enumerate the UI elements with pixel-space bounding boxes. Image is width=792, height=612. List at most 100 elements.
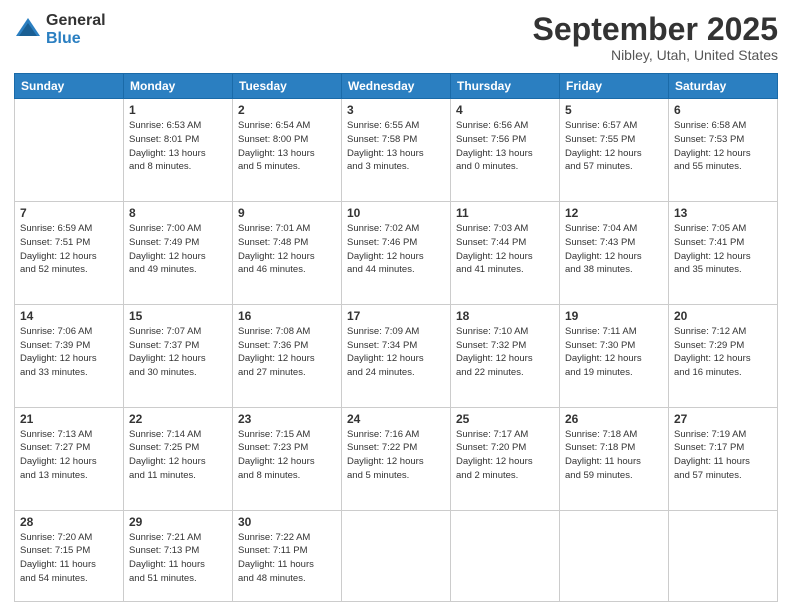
day-number: 14 [20, 309, 118, 323]
table-row: 12Sunrise: 7:04 AMSunset: 7:43 PMDayligh… [560, 202, 669, 305]
day-number: 11 [456, 206, 554, 220]
table-row: 26 Sunrise: 7:18 AMSunset: 7:18 PMDayligh… [560, 407, 669, 510]
col-friday: Friday [560, 74, 669, 99]
day-info: Sunrise: 7:14 AMSunset: 7:25 PMDaylight:… [129, 428, 227, 483]
table-row [15, 99, 124, 202]
day-info: Sunrise: 7:00 AMSunset: 7:49 PMDaylight:… [129, 222, 227, 277]
day-number: 17 [347, 309, 445, 323]
day-number: 7 [20, 206, 118, 220]
day-number: 2 [238, 103, 336, 117]
month-title: September 2025 [533, 12, 778, 47]
col-monday: Monday [124, 74, 233, 99]
calendar-table: Sunday Monday Tuesday Wednesday Thursday… [14, 73, 778, 602]
day-number: 24 [347, 412, 445, 426]
calendar-week-row: 21 Sunrise: 7:13 AMSunset: 7:27 PMDayligh… [15, 407, 778, 510]
table-row: 20 Sunrise: 7:12 AMSunset: 7:29 PMDayligh… [669, 304, 778, 407]
table-row: 22Sunrise: 7:14 AMSunset: 7:25 PMDayligh… [124, 407, 233, 510]
day-number: 10 [347, 206, 445, 220]
day-info: Sunrise: 7:09 AMSunset: 7:34 PMDaylight:… [347, 325, 445, 380]
table-row: 28Sunrise: 7:20 AMSunset: 7:15 PMDayligh… [15, 510, 124, 602]
col-tuesday: Tuesday [233, 74, 342, 99]
col-saturday: Saturday [669, 74, 778, 99]
calendar-header-row: Sunday Monday Tuesday Wednesday Thursday… [15, 74, 778, 99]
day-info: Sunrise: 6:59 AMSunset: 7:51 PMDaylight:… [20, 222, 118, 277]
day-number: 8 [129, 206, 227, 220]
day-number: 15 [129, 309, 227, 323]
table-row: 23 Sunrise: 7:15 AMSunset: 7:23 PMDayligh… [233, 407, 342, 510]
day-info: Sunrise: 6:53 AMSunset: 8:01 PMDaylight:… [129, 119, 227, 174]
day-info: Sunrise: 7:11 AMSunset: 7:30 PMDaylight:… [565, 325, 663, 380]
day-info: Sunrise: 7:13 AMSunset: 7:27 PMDaylight:… [20, 428, 118, 483]
day-number: 30 [238, 515, 336, 529]
table-row: 2 Sunrise: 6:54 AMSunset: 8:00 PMDaylight… [233, 99, 342, 202]
table-row: 15 Sunrise: 7:07 AMSunset: 7:37 PMDayligh… [124, 304, 233, 407]
day-number: 3 [347, 103, 445, 117]
day-info: Sunrise: 7:10 AMSunset: 7:32 PMDaylight:… [456, 325, 554, 380]
day-number: 9 [238, 206, 336, 220]
table-row [560, 510, 669, 602]
day-info: Sunrise: 7:19 AMSunset: 7:17 PMDaylight:… [674, 428, 772, 483]
day-info: Sunrise: 7:04 AMSunset: 7:43 PMDaylight:… [565, 222, 663, 277]
day-number: 25 [456, 412, 554, 426]
day-number: 4 [456, 103, 554, 117]
day-info: Sunrise: 7:18 AMSunset: 7:18 PMDaylight:… [565, 428, 663, 483]
logo-general-text: General [46, 12, 106, 30]
header: General Blue September 2025 Nibley, Utah… [14, 12, 778, 63]
day-info: Sunrise: 7:01 AMSunset: 7:48 PMDaylight:… [238, 222, 336, 277]
calendar-week-row: 28Sunrise: 7:20 AMSunset: 7:15 PMDayligh… [15, 510, 778, 602]
day-info: Sunrise: 7:17 AMSunset: 7:20 PMDaylight:… [456, 428, 554, 483]
logo-icon [14, 16, 42, 44]
day-number: 19 [565, 309, 663, 323]
table-row: 19 Sunrise: 7:11 AMSunset: 7:30 PMDayligh… [560, 304, 669, 407]
day-info: Sunrise: 7:12 AMSunset: 7:29 PMDaylight:… [674, 325, 772, 380]
day-info: Sunrise: 7:15 AMSunset: 7:23 PMDaylight:… [238, 428, 336, 483]
page: General Blue September 2025 Nibley, Utah… [0, 0, 792, 612]
table-row: 14Sunrise: 7:06 AMSunset: 7:39 PMDayligh… [15, 304, 124, 407]
table-row [451, 510, 560, 602]
day-number: 16 [238, 309, 336, 323]
table-row: 10 Sunrise: 7:02 AMSunset: 7:46 PMDayligh… [342, 202, 451, 305]
table-row: 4 Sunrise: 6:56 AMSunset: 7:56 PMDaylight… [451, 99, 560, 202]
day-number: 21 [20, 412, 118, 426]
day-info: Sunrise: 6:58 AMSunset: 7:53 PMDaylight:… [674, 119, 772, 174]
day-number: 29 [129, 515, 227, 529]
day-info: Sunrise: 7:02 AMSunset: 7:46 PMDaylight:… [347, 222, 445, 277]
day-number: 20 [674, 309, 772, 323]
day-info: Sunrise: 7:05 AMSunset: 7:41 PMDaylight:… [674, 222, 772, 277]
calendar-week-row: 1 Sunrise: 6:53 AMSunset: 8:01 PMDaylight… [15, 99, 778, 202]
day-info: Sunrise: 7:20 AMSunset: 7:15 PMDaylight:… [20, 531, 118, 586]
day-info: Sunrise: 7:03 AMSunset: 7:44 PMDaylight:… [456, 222, 554, 277]
day-number: 23 [238, 412, 336, 426]
table-row [669, 510, 778, 602]
table-row: 9 Sunrise: 7:01 AMSunset: 7:48 PMDaylight… [233, 202, 342, 305]
col-thursday: Thursday [451, 74, 560, 99]
title-block: September 2025 Nibley, Utah, United Stat… [533, 12, 778, 63]
day-info: Sunrise: 7:16 AMSunset: 7:22 PMDaylight:… [347, 428, 445, 483]
day-info: Sunrise: 7:21 AMSunset: 7:13 PMDaylight:… [129, 531, 227, 586]
table-row: 13 Sunrise: 7:05 AMSunset: 7:41 PMDayligh… [669, 202, 778, 305]
table-row: 11 Sunrise: 7:03 AMSunset: 7:44 PMDayligh… [451, 202, 560, 305]
day-number: 5 [565, 103, 663, 117]
day-number: 26 [565, 412, 663, 426]
table-row: 5 Sunrise: 6:57 AMSunset: 7:55 PMDaylight… [560, 99, 669, 202]
table-row: 25 Sunrise: 7:17 AMSunset: 7:20 PMDayligh… [451, 407, 560, 510]
table-row: 21 Sunrise: 7:13 AMSunset: 7:27 PMDayligh… [15, 407, 124, 510]
day-info: Sunrise: 7:07 AMSunset: 7:37 PMDaylight:… [129, 325, 227, 380]
day-number: 6 [674, 103, 772, 117]
logo-text: General Blue [46, 12, 106, 47]
table-row: 6 Sunrise: 6:58 AMSunset: 7:53 PMDaylight… [669, 99, 778, 202]
day-number: 27 [674, 412, 772, 426]
day-info: Sunrise: 6:57 AMSunset: 7:55 PMDaylight:… [565, 119, 663, 174]
day-info: Sunrise: 7:22 AMSunset: 7:11 PMDaylight:… [238, 531, 336, 586]
table-row: 8 Sunrise: 7:00 AMSunset: 7:49 PMDaylight… [124, 202, 233, 305]
table-row: 27 Sunrise: 7:19 AMSunset: 7:17 PMDayligh… [669, 407, 778, 510]
day-number: 13 [674, 206, 772, 220]
table-row: 16Sunrise: 7:08 AMSunset: 7:36 PMDayligh… [233, 304, 342, 407]
calendar-week-row: 14Sunrise: 7:06 AMSunset: 7:39 PMDayligh… [15, 304, 778, 407]
day-info: Sunrise: 6:55 AMSunset: 7:58 PMDaylight:… [347, 119, 445, 174]
day-info: Sunrise: 6:56 AMSunset: 7:56 PMDaylight:… [456, 119, 554, 174]
table-row: 24 Sunrise: 7:16 AMSunset: 7:22 PMDayligh… [342, 407, 451, 510]
day-number: 1 [129, 103, 227, 117]
day-number: 18 [456, 309, 554, 323]
day-info: Sunrise: 6:54 AMSunset: 8:00 PMDaylight:… [238, 119, 336, 174]
